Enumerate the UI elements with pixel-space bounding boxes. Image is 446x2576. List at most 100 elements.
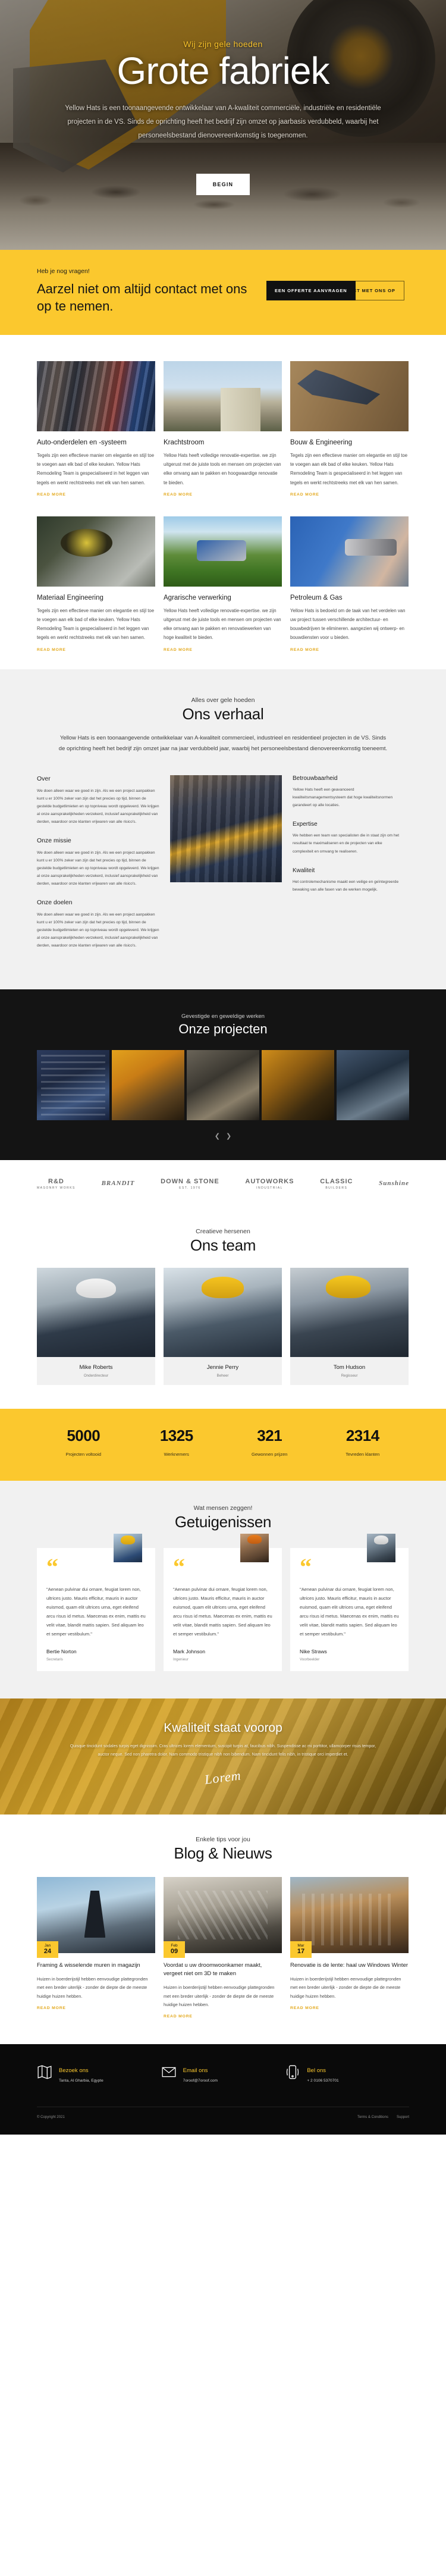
team-member-name: Jennie Perry — [206, 1364, 239, 1371]
cta-title: Aarzel niet om altijd contact met ons op… — [37, 281, 247, 314]
quality-text: Quisque tincidunt sodales turpis eget di… — [70, 1744, 376, 1757]
crane-sunset-image[interactable] — [262, 1049, 334, 1120]
stat-number: 5000 — [67, 1426, 100, 1444]
read-more-link[interactable]: READ MORE — [37, 2006, 66, 2010]
post-excerpt: Huizen in boerderijstijl hebben eenvoudi… — [37, 1976, 148, 1999]
service-card[interactable]: Auto-onderdelen en -systeem Tegels zijn … — [37, 361, 155, 499]
post-excerpt: Huizen in boerderijstijl hebben eenvoudi… — [290, 1976, 401, 1999]
hero-content: Wij zijn gele hoeden Grote fabriek Yello… — [37, 0, 409, 196]
phone-icon — [285, 2064, 300, 2080]
brand-logo[interactable]: Sunshine — [379, 1180, 409, 1188]
blog-post-card[interactable]: Mar 17 Renovatie is de lente: haal uw Wi… — [290, 1876, 409, 2021]
blog-post-card[interactable]: Jan 24 Framing & wisselende muren in mag… — [37, 1876, 155, 2021]
service-title: Krachtstroom — [164, 439, 205, 447]
map-icon — [37, 2064, 52, 2080]
team-member-card[interactable]: Tom Hudson Regisseur — [290, 1267, 409, 1385]
team-photo-3 — [290, 1267, 409, 1357]
avatar — [114, 1533, 142, 1562]
read-more-link[interactable]: READ MORE — [164, 648, 193, 652]
services-row-2: Materiaal Engineering Tegels zijn een ef… — [37, 516, 409, 654]
team-member-card[interactable]: Mike Roberts Onderdirecteur — [37, 1267, 155, 1385]
story-paragraph: We doen alleen waar we goed in zijn. Als… — [37, 850, 159, 886]
hero-start-button[interactable]: BEGIN — [196, 174, 250, 196]
brands-section: R&D MASONRY WORKS BRANDIT DOWN & STONE E… — [0, 1159, 446, 1208]
brand-secondary: BUILDERS — [325, 1186, 348, 1190]
stat-number: 321 — [257, 1426, 282, 1444]
blog-title: Blog & Nieuws — [174, 1844, 272, 1862]
footer-contact-value[interactable]: + 2 0106 5370701 — [307, 2079, 338, 2083]
stat-number: 2314 — [346, 1426, 379, 1444]
read-more-link[interactable]: READ MORE — [37, 493, 66, 497]
footer-link-support[interactable]: Support — [397, 2116, 409, 2119]
chevron-left-icon[interactable]: ❮ — [215, 1132, 220, 1140]
scaffolding-image[interactable] — [337, 1049, 409, 1120]
electrical-panel-image[interactable] — [37, 1049, 109, 1120]
service-card[interactable]: Krachtstroom Yellow Hats heeft volledige… — [164, 361, 282, 499]
blog-kicker: Enkele tips voor jou — [196, 1835, 250, 1843]
request-quote-button[interactable]: EEN OFFERTE AANVRAGEN — [266, 280, 356, 300]
story-heading: Over — [37, 775, 51, 782]
post-day: 09 — [170, 1947, 178, 1955]
welding-image — [37, 516, 155, 587]
chevron-right-icon[interactable]: ❯ — [226, 1132, 231, 1140]
service-text: Tegels zijn een effectieve manier om ele… — [37, 453, 155, 485]
story-section: Alles over gele hoeden Ons verhaal Yello… — [0, 669, 446, 989]
blog-section: Enkele tips voor jou Blog & Nieuws Jan 2… — [0, 1814, 446, 2045]
post-date-badge: Jan 24 — [37, 1941, 58, 1958]
post-month: Feb — [171, 1943, 178, 1948]
brand-primary: R&D — [48, 1177, 64, 1185]
post-month: Jan — [44, 1943, 51, 1948]
service-title: Materiaal Engineering — [37, 594, 103, 601]
quality-banner-section: Kwaliteit staat voorop Quisque tincidunt… — [0, 1698, 446, 1815]
testimonial-text: "Aenean pulvinar dui ornare, feugiat lor… — [46, 1586, 146, 1637]
service-title: Auto-onderdelen en -systeem — [37, 439, 127, 447]
story-paragraph: We doen alleen waar we goed in zijn. Als… — [37, 788, 159, 825]
service-card[interactable]: Petroleum & Gas Yellow Hats is bedoeld o… — [290, 516, 409, 654]
team-photo-1 — [37, 1267, 155, 1357]
brand-logo[interactable]: BRANDIT — [102, 1180, 135, 1188]
fuel-pump-image — [290, 516, 409, 587]
brand-logo[interactable]: R&D MASONRY WORKS — [37, 1178, 76, 1190]
stat-item: 2314 Tevreden klanten — [316, 1427, 410, 1457]
post-title: Framing & wisselende muren in magazijn — [37, 1961, 140, 1969]
footer-contact-value[interactable]: 7oroof@7oroof.com — [183, 2079, 218, 2083]
testimonial-card: “ "Aenean pulvinar dui ornare, feugiat l… — [37, 1533, 155, 1671]
story-heading: Onze doelen — [37, 898, 73, 906]
service-card[interactable]: Agrarische verwerking Yellow Hats heeft … — [164, 516, 282, 654]
testimonial-text: "Aenean pulvinar dui ornare, feugiat lor… — [173, 1586, 272, 1637]
testimonials-kicker: Wat mensen zeggen! — [193, 1504, 253, 1512]
service-text: Yellow Hats is bedoeld om de taak van he… — [290, 607, 406, 641]
brand-logo[interactable]: CLASSIC BUILDERS — [320, 1178, 353, 1190]
cta-kicker: Heb je nog vragen! — [37, 268, 90, 275]
footer-link-terms[interactable]: Terms & Conditions — [357, 2116, 388, 2119]
read-more-link[interactable]: READ MORE — [164, 493, 193, 497]
footer-contact-heading: Bezoek ons — [59, 2067, 89, 2074]
service-title: Agrarische verwerking — [164, 594, 231, 601]
projects-carousel-controls: ❮ ❯ — [37, 1132, 409, 1140]
service-card[interactable]: Materiaal Engineering Tegels zijn een ef… — [37, 516, 155, 654]
brand-logo[interactable]: AUTOWORKS INDUSTRIAL — [245, 1178, 294, 1190]
blog-post-card[interactable]: Feb 09 Voordat u uw droomwoonkamer maakt… — [164, 1876, 282, 2021]
read-more-link[interactable]: READ MORE — [290, 648, 319, 652]
worker-helmet-image[interactable] — [112, 1049, 184, 1120]
projects-gallery — [37, 1049, 409, 1120]
team-kicker: Creatieve hersenen — [196, 1227, 250, 1235]
post-title: Voordat u uw droomwoonkamer maakt, verge… — [164, 1961, 262, 1977]
read-more-link[interactable]: READ MORE — [164, 2014, 193, 2019]
cta-section: Heb je nog vragen! Aarzel niet om altijd… — [0, 250, 446, 336]
read-more-link[interactable]: READ MORE — [290, 2006, 319, 2010]
read-more-link[interactable]: READ MORE — [37, 648, 66, 652]
story-left-column: Over We doen alleen waar we goed in zijn… — [37, 775, 159, 961]
brand-logo[interactable]: DOWN & STONE EST. 1976 — [161, 1178, 219, 1190]
footer-section: Bezoek ons Tanta, Al Gharbia, Egypte Ema… — [0, 2044, 446, 2135]
post-month: Mar — [297, 1943, 304, 1948]
read-more-link[interactable]: READ MORE — [290, 493, 319, 497]
stat-item: 321 Gewonnen prijzen — [223, 1427, 316, 1457]
construction-site-image[interactable] — [187, 1049, 259, 1120]
team-member-card[interactable]: Jennie Perry Beheer — [164, 1267, 282, 1385]
story-feature-heading: Expertise — [293, 821, 318, 828]
power-plant-image — [164, 361, 282, 432]
team-member-name: Mike Roberts — [79, 1364, 113, 1371]
service-card[interactable]: Bouw & Engineering Tegels zijn een effec… — [290, 361, 409, 499]
footer-contact-email: Email ons 7oroof@7oroof.com — [161, 2064, 285, 2083]
